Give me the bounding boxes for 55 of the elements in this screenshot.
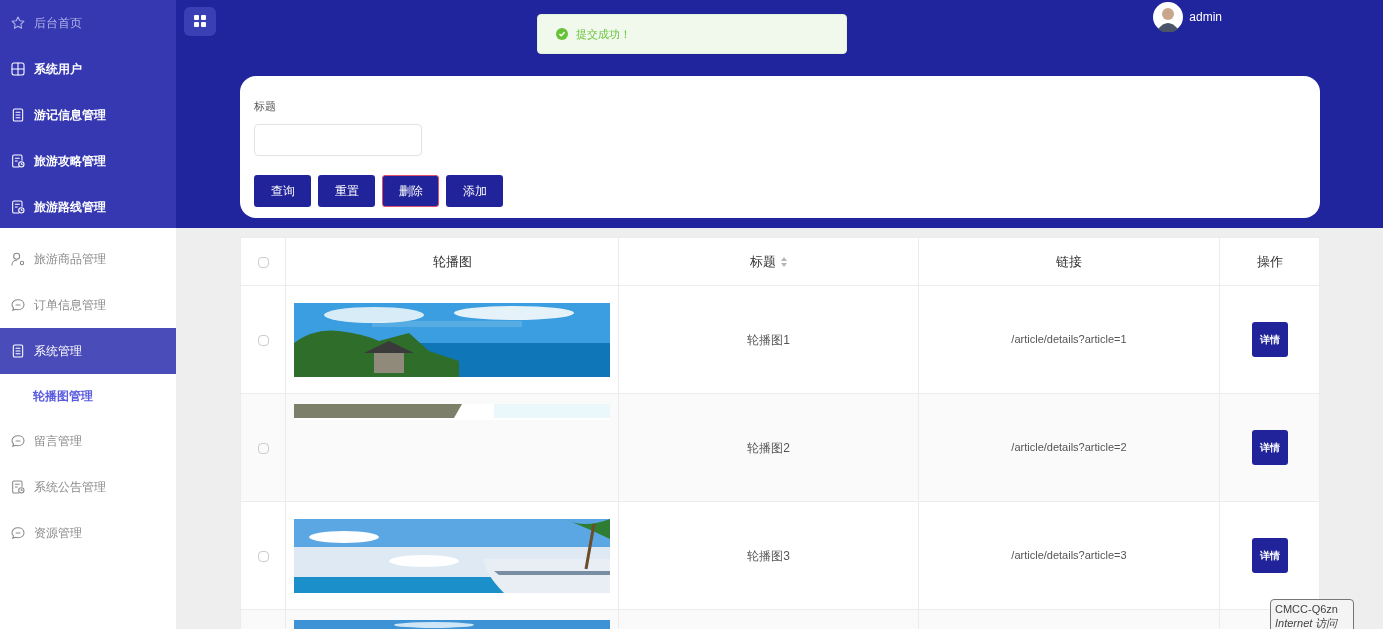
column-header: 操作 (1256, 252, 1283, 271)
field-label: 标题 (254, 99, 277, 114)
chat-icon (10, 433, 26, 449)
table-cell: /article/details?article=1 (1011, 333, 1127, 346)
grid-icon (194, 15, 206, 27)
success-icon (556, 28, 568, 40)
chat-icon (10, 525, 26, 541)
column-header: 链接 (1056, 252, 1082, 271)
action-button[interactable]: 删除 (382, 174, 439, 207)
table-cell: 轮播图3 (747, 548, 790, 563)
sidebar-item[interactable]: 游记信息管理 (0, 92, 176, 138)
title-input[interactable] (254, 123, 422, 156)
tooltip-line: Internet 访问 (1275, 616, 1339, 629)
action-button[interactable]: 查询 (254, 174, 311, 207)
column-header[interactable]: 标题 (749, 251, 788, 272)
details-button[interactable]: 详情 (1251, 430, 1288, 465)
sidebar-item[interactable]: 旅游路线管理 (0, 184, 176, 230)
column-header: 轮播图 (432, 252, 472, 271)
submenu-item[interactable]: 轮播图管理 (0, 374, 176, 418)
details-button[interactable]: 详情 (1251, 322, 1288, 357)
document-clock-icon (10, 153, 26, 169)
select-all-checkbox[interactable] (257, 256, 269, 268)
sidebar-item[interactable]: 订单信息管理 (0, 282, 176, 328)
menu-toggle-button[interactable] (184, 6, 216, 36)
table-cell: /article/details?article=2 (1011, 441, 1127, 454)
sort-icon[interactable] (779, 255, 788, 268)
table-cell: 轮播图2 (747, 440, 790, 455)
sidebar-item[interactable]: 系统管理 (0, 328, 176, 374)
grid-icon (10, 61, 26, 77)
row-checkbox[interactable] (257, 442, 269, 454)
details-button[interactable]: 详情 (1251, 538, 1288, 573)
sidebar-item[interactable]: 留言管理 (0, 418, 176, 464)
table-cell: 轮播图1 (747, 332, 790, 347)
table-cell: /article/details?article=3 (1011, 549, 1127, 562)
document-clock-icon (10, 199, 26, 215)
action-button[interactable]: 重置 (318, 174, 375, 207)
sidebar-item[interactable]: 系统用户 (0, 46, 176, 92)
sidebar-item[interactable]: 系统公告管理 (0, 464, 176, 510)
document-clock-icon (10, 479, 26, 495)
row-checkbox[interactable] (257, 334, 269, 346)
sidebar-item[interactable]: 后台首页 (0, 0, 176, 46)
username: admin (1189, 9, 1222, 26)
clipboard-icon (10, 343, 26, 359)
toast-message: 提交成功！ (576, 26, 631, 42)
sidebar-item[interactable]: 旅游商品管理 (0, 236, 176, 282)
user-icon (10, 251, 26, 267)
chat-icon (10, 297, 26, 313)
action-button[interactable]: 添加 (446, 174, 503, 207)
sidebar-item[interactable]: 旅游攻略管理 (0, 138, 176, 184)
avatar[interactable] (1153, 2, 1184, 32)
tooltip-line: CMCC-Q6zn (1275, 602, 1339, 616)
sidebar-item[interactable]: 资源管理 (0, 510, 176, 556)
star-icon (10, 15, 26, 31)
clipboard-icon (10, 107, 26, 123)
row-checkbox[interactable] (257, 550, 269, 562)
